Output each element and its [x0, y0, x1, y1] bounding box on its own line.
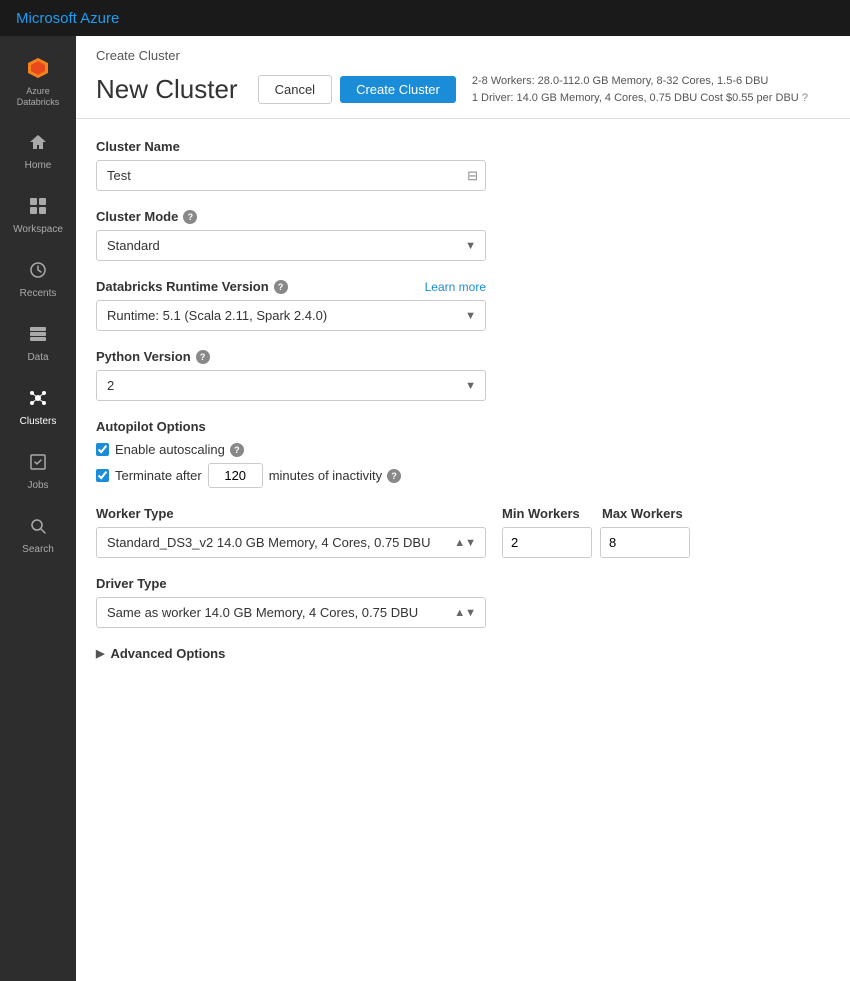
cluster-info: 2-8 Workers: 28.0-112.0 GB Memory, 8-32 …: [472, 73, 808, 106]
advanced-options-label: Advanced Options: [110, 646, 225, 661]
max-workers-input[interactable]: [600, 527, 690, 558]
terminate-label-before: Terminate after: [115, 468, 202, 483]
cluster-header: New Cluster Cancel Create Cluster 2-8 Wo…: [96, 73, 830, 118]
cluster-mode-select-wrapper: Standard High Concurrency Single Node ▼: [96, 230, 486, 261]
cost-help-icon[interactable]: ?: [802, 92, 808, 104]
enable-autoscaling-checkbox[interactable]: [96, 443, 109, 456]
jobs-icon: [24, 448, 52, 476]
edit-icon: ⊟: [467, 168, 478, 184]
sidebar-item-label-data: Data: [27, 352, 48, 364]
worker-type-section: Worker Type Min Workers Max Workers Stan…: [96, 506, 830, 558]
cluster-mode-select[interactable]: Standard High Concurrency Single Node: [96, 230, 486, 261]
runtime-help-icon[interactable]: ?: [274, 280, 288, 294]
runtime-select-wrapper: Runtime: 5.1 (Scala 2.11, Spark 2.4.0) ▼: [96, 300, 486, 331]
min-max-labels: Min Workers Max Workers: [502, 506, 683, 521]
create-cluster-button[interactable]: Create Cluster: [340, 76, 456, 103]
python-version-label: Python Version ?: [96, 349, 830, 364]
cancel-button[interactable]: Cancel: [258, 75, 332, 104]
main-content: Create Cluster New Cluster Cancel Create…: [76, 36, 850, 981]
cluster-mode-group: Cluster Mode ? Standard High Concurrency…: [96, 209, 830, 261]
sidebar: Azure Databricks Home Workspace: [0, 36, 76, 981]
driver-type-section: Driver Type Same as worker 14.0 GB Memor…: [96, 576, 830, 628]
enable-autoscaling-label: Enable autoscaling: [115, 442, 225, 457]
max-workers-label: Max Workers: [602, 506, 683, 521]
worker-type-label: Worker Type: [96, 506, 486, 521]
advanced-options-section: ▶ Advanced Options: [96, 646, 830, 661]
autoscaling-help-icon[interactable]: ?: [230, 443, 244, 457]
cluster-name-input[interactable]: [96, 160, 486, 191]
terminate-label-after: minutes of inactivity: [269, 468, 382, 483]
cluster-info-line2: 1 Driver: 14.0 GB Memory, 4 Cores, 0.75 …: [472, 90, 808, 107]
runtime-label: Databricks Runtime Version ?: [96, 279, 288, 294]
breadcrumb: Create Cluster: [96, 48, 830, 63]
home-icon: [24, 128, 52, 156]
sidebar-item-home[interactable]: Home: [0, 118, 76, 182]
sidebar-item-label-jobs: Jobs: [27, 480, 48, 492]
data-icon: [24, 320, 52, 348]
app-body: Azure Databricks Home Workspace: [0, 36, 850, 981]
sidebar-item-label-home: Home: [25, 160, 52, 172]
cluster-name-input-wrapper: ⊟: [96, 160, 486, 191]
top-bar: Microsoft Azure: [0, 0, 850, 36]
page-header: Create Cluster New Cluster Cancel Create…: [76, 36, 850, 119]
app-title: Microsoft Azure: [16, 10, 119, 27]
python-version-select-wrapper: 2 3 ▼: [96, 370, 486, 401]
min-workers-input[interactable]: [502, 527, 592, 558]
form-area: Cluster Name ⊟ Cluster Mode ? Standard H…: [76, 119, 850, 981]
min-workers-label: Min Workers: [502, 506, 602, 521]
cluster-name-label: Cluster Name: [96, 139, 830, 154]
workspace-icon: [24, 192, 52, 220]
clusters-icon: [24, 384, 52, 412]
page-title: New Cluster: [96, 74, 238, 105]
enable-autoscaling-row: Enable autoscaling ?: [96, 442, 830, 457]
sidebar-item-label-recents: Recents: [20, 288, 57, 300]
cluster-mode-label: Cluster Mode ?: [96, 209, 830, 224]
python-version-group: Python Version ? 2 3 ▼: [96, 349, 830, 401]
driver-type-select[interactable]: Same as worker 14.0 GB Memory, 4 Cores, …: [96, 597, 486, 628]
terminate-help-icon[interactable]: ?: [387, 469, 401, 483]
sidebar-item-data[interactable]: Data: [0, 310, 76, 374]
advanced-options-toggle[interactable]: ▶ Advanced Options: [96, 646, 830, 661]
sidebar-item-azure-databricks[interactable]: Azure Databricks: [0, 44, 76, 118]
driver-type-label: Driver Type: [96, 576, 486, 591]
sidebar-item-search[interactable]: Search: [0, 502, 76, 566]
terminate-row: Terminate after minutes of inactivity ?: [96, 463, 830, 488]
triangle-right-icon: ▶: [96, 647, 104, 660]
sidebar-item-clusters[interactable]: Clusters: [0, 374, 76, 438]
driver-type-select-wrapper: Same as worker 14.0 GB Memory, 4 Cores, …: [96, 597, 486, 628]
cluster-name-group: Cluster Name ⊟: [96, 139, 830, 191]
learn-more-link[interactable]: Learn more: [425, 280, 486, 294]
sidebar-item-jobs[interactable]: Jobs: [0, 438, 76, 502]
search-icon: [24, 512, 52, 540]
sidebar-item-recents[interactable]: Recents: [0, 246, 76, 310]
sidebar-item-label-search: Search: [22, 544, 54, 556]
sidebar-item-label-clusters: Clusters: [20, 416, 57, 428]
autopilot-section: Autopilot Options Enable autoscaling ? T…: [96, 419, 830, 488]
python-version-select[interactable]: 2 3: [96, 370, 486, 401]
runtime-label-row: Databricks Runtime Version ? Learn more: [96, 279, 486, 294]
autopilot-title: Autopilot Options: [96, 419, 830, 434]
driver-header: Driver Type: [96, 576, 830, 591]
sidebar-item-label-azure-databricks: Azure Databricks: [17, 86, 60, 108]
databricks-icon: [24, 54, 52, 82]
sidebar-item-workspace[interactable]: Workspace: [0, 182, 76, 246]
recents-icon: [24, 256, 52, 284]
python-version-help-icon[interactable]: ?: [196, 350, 210, 364]
terminate-minutes-input[interactable]: [208, 463, 263, 488]
worker-row: Standard_DS3_v2 14.0 GB Memory, 4 Cores,…: [96, 527, 830, 558]
driver-row: Same as worker 14.0 GB Memory, 4 Cores, …: [96, 597, 830, 628]
runtime-group: Databricks Runtime Version ? Learn more …: [96, 279, 830, 331]
cluster-info-line1: 2-8 Workers: 28.0-112.0 GB Memory, 8-32 …: [472, 73, 808, 90]
sidebar-item-label-workspace: Workspace: [13, 224, 63, 236]
runtime-select[interactable]: Runtime: 5.1 (Scala 2.11, Spark 2.4.0): [96, 300, 486, 331]
cluster-mode-help-icon[interactable]: ?: [183, 210, 197, 224]
terminate-checkbox[interactable]: [96, 469, 109, 482]
worker-type-select-wrapper: Standard_DS3_v2 14.0 GB Memory, 4 Cores,…: [96, 527, 486, 558]
worker-header: Worker Type Min Workers Max Workers: [96, 506, 830, 521]
worker-type-select[interactable]: Standard_DS3_v2 14.0 GB Memory, 4 Cores,…: [96, 527, 486, 558]
